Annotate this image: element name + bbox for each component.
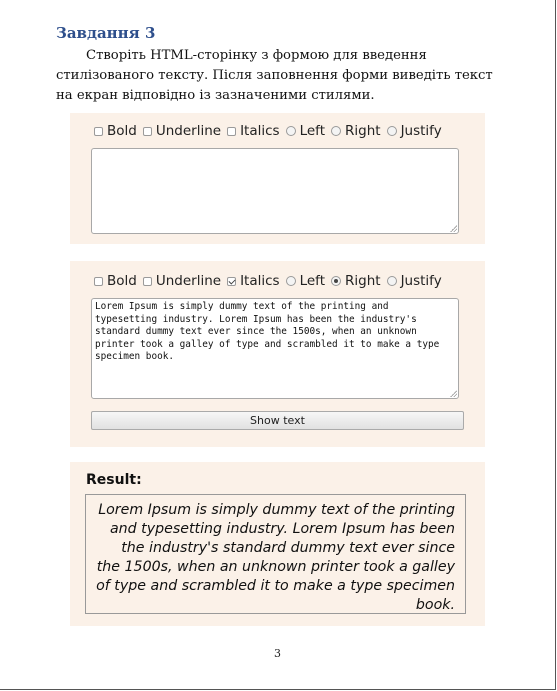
underline-label: Underline [155, 273, 222, 289]
bold-label: Bold [107, 273, 137, 289]
underline-checkbox[interactable] [142, 126, 152, 136]
bold-option[interactable]: Bold [94, 273, 137, 289]
page-number: 3 [274, 647, 281, 660]
italics-checkbox[interactable] [227, 126, 237, 136]
left-label: Left [299, 123, 325, 139]
justify-option[interactable]: Justify [386, 273, 442, 289]
show-text-button[interactable]: Show text [91, 411, 464, 430]
resize-grip-icon[interactable] [450, 390, 457, 397]
bold-option[interactable]: Bold [94, 123, 137, 139]
underline-label: Underline [155, 123, 222, 139]
right-radio[interactable] [331, 276, 341, 286]
empty-form-panel: Bold Underline Italics Left Right Justif… [70, 113, 485, 244]
justify-label: Justify [400, 123, 442, 139]
justify-radio[interactable] [386, 276, 397, 286]
italics-checkbox[interactable] [227, 276, 237, 286]
justify-option[interactable]: Justify [386, 123, 442, 139]
result-box: Lorem Ipsum is simply dummy text of the … [85, 494, 466, 614]
italics-option[interactable]: Italics [227, 273, 280, 289]
filled-form-panel: Bold Underline Italics Left Right Justif… [70, 261, 485, 447]
underline-option[interactable]: Underline [142, 273, 222, 289]
underline-checkbox[interactable] [142, 276, 152, 286]
task-description: Створіть HTML-сторінку з формою для введ… [56, 48, 493, 103]
style-controls: Bold Underline Italics Left Right Justif… [94, 273, 448, 289]
italics-option[interactable]: Italics [227, 123, 280, 139]
left-option[interactable]: Left [285, 273, 325, 289]
text-input-area[interactable]: Lorem Ipsum is simply dummy text of the … [91, 298, 459, 399]
left-radio[interactable] [285, 126, 296, 136]
result-panel: Result: Lorem Ipsum is simply dummy text… [70, 462, 485, 626]
result-text: Lorem Ipsum is simply dummy text of the … [96, 502, 455, 613]
bold-checkbox[interactable] [94, 126, 103, 136]
right-label: Right [345, 123, 381, 139]
left-radio[interactable] [285, 276, 296, 286]
text-input-value [92, 149, 458, 153]
justify-radio[interactable] [386, 126, 397, 136]
result-label: Result: [86, 472, 142, 488]
right-option[interactable]: Right [331, 273, 381, 289]
left-label: Left [299, 273, 325, 289]
right-option[interactable]: Right [331, 123, 381, 139]
text-input-value: Lorem Ipsum is simply dummy text of the … [95, 301, 440, 363]
justify-label: Justify [400, 273, 442, 289]
bold-label: Bold [107, 123, 137, 139]
underline-option[interactable]: Underline [142, 123, 222, 139]
italics-label: Italics [240, 123, 280, 139]
right-label: Right [345, 273, 381, 289]
text-input-area[interactable] [91, 148, 459, 234]
left-option[interactable]: Left [285, 123, 325, 139]
style-controls: Bold Underline Italics Left Right Justif… [94, 123, 448, 139]
bold-checkbox[interactable] [94, 276, 103, 286]
italics-label: Italics [240, 273, 280, 289]
right-radio[interactable] [331, 126, 341, 136]
resize-grip-icon[interactable] [450, 225, 457, 232]
task-heading: Завдання 3 [56, 24, 156, 42]
